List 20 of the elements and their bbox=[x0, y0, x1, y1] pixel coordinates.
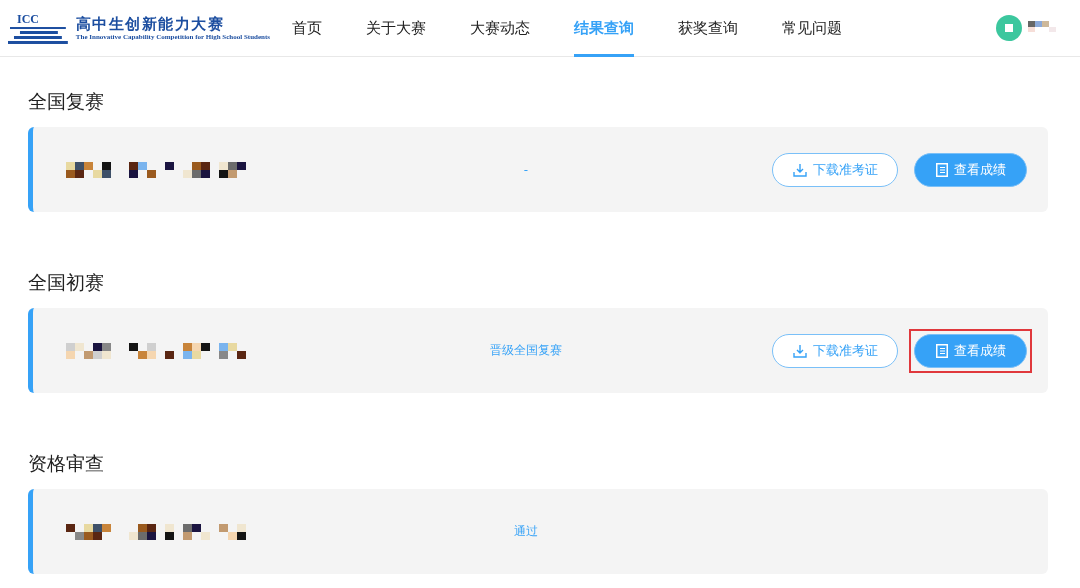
avatar-icon[interactable] bbox=[996, 15, 1022, 41]
download-icon bbox=[792, 343, 807, 358]
logo-icon bbox=[8, 26, 68, 44]
section-title: 全国初赛 bbox=[28, 270, 105, 295]
redacted-text bbox=[1028, 21, 1056, 35]
nav-tab[interactable]: 首页 bbox=[292, 0, 322, 57]
nav-tab[interactable]: 大赛动态 bbox=[470, 0, 530, 57]
section-title: 资格审查 bbox=[28, 451, 105, 476]
nav-tab[interactable]: 关于大赛 bbox=[366, 0, 426, 57]
document-icon bbox=[935, 343, 948, 358]
nav-tab[interactable]: 常见问题 bbox=[782, 0, 842, 57]
logo-mark: ICC bbox=[17, 12, 39, 27]
status-text: - bbox=[522, 162, 530, 177]
nav-tab[interactable]: 获奖查询 bbox=[678, 0, 738, 57]
document-icon bbox=[935, 162, 948, 177]
status-text: 晋级全国复赛 bbox=[489, 342, 563, 359]
logo-title: 高中生创新能力大赛 bbox=[75, 14, 226, 33]
section-title: 全国复赛 bbox=[28, 89, 105, 114]
download-icon bbox=[792, 162, 807, 177]
status-text: 通过 bbox=[513, 523, 539, 540]
